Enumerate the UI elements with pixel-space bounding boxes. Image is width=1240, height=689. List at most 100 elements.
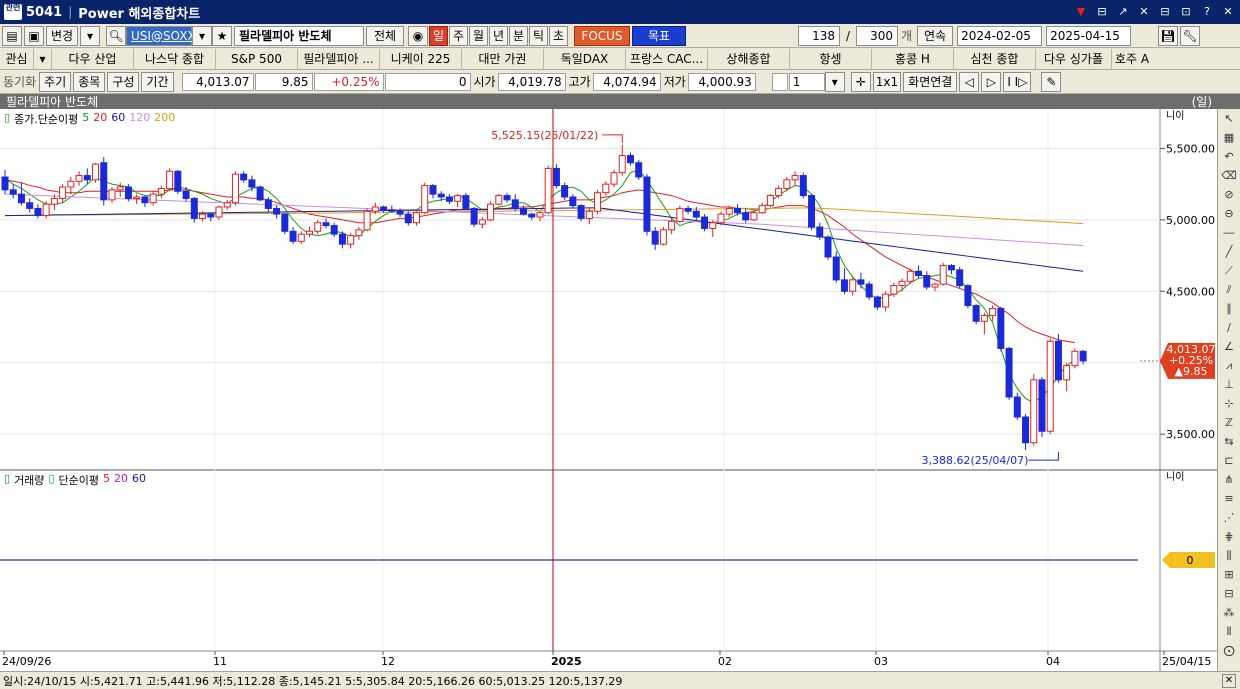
cross-icon[interactable]: ⊹: [1219, 395, 1239, 413]
interest-button[interactable]: 관심: [0, 48, 34, 69]
line-icon[interactable]: /: [1219, 319, 1239, 337]
title-separator: |: [68, 5, 73, 19]
sync-range-button[interactable]: 기간: [141, 71, 174, 92]
pattern-icon[interactable]: ⁂: [1219, 604, 1239, 622]
market-tab[interactable]: 항셍: [790, 48, 872, 69]
period-minute[interactable]: 분: [509, 25, 528, 46]
market-tab[interactable]: 프랑스 CAC...: [626, 48, 708, 69]
undo-icon[interactable]: ↶: [1219, 148, 1239, 166]
minimize-icon[interactable]: ⊟: [1157, 4, 1173, 20]
market-tab[interactable]: 상해종합: [708, 48, 790, 69]
gl-icon[interactable]: ⨀: [1219, 642, 1239, 660]
market-tab[interactable]: 홍콩 H: [872, 48, 954, 69]
window-icon[interactable]: ▣: [24, 25, 44, 46]
prev-icon[interactable]: ◁: [959, 71, 980, 92]
period-second[interactable]: 초: [549, 25, 568, 46]
screen-link-button[interactable]: 화면연결: [903, 71, 958, 92]
candle-up: [676, 207, 684, 222]
period-week[interactable]: 주: [449, 25, 468, 46]
all-button[interactable]: 전체: [366, 25, 404, 46]
bracket-icon[interactable]: ⊏: [1219, 452, 1239, 470]
favorite-star-icon[interactable]: ★: [212, 25, 232, 46]
angle-icon[interactable]: ∠: [1219, 338, 1239, 356]
vertical-icon[interactable]: ⊥: [1219, 376, 1239, 394]
cycle-icon[interactable]: ⫼: [1219, 547, 1239, 565]
layout-icon[interactable]: ▤: [2, 25, 22, 46]
maximize-icon[interactable]: ⊡: [1178, 4, 1194, 20]
fibo-fan-icon[interactable]: ⋰: [1219, 509, 1239, 527]
count-dropdown-icon[interactable]: ▾: [824, 71, 845, 92]
period-year[interactable]: 년: [489, 25, 508, 46]
price-chart[interactable]: 5,500.005,000.004,500.004,000.003,500.00…: [0, 109, 1217, 671]
trend-line-icon[interactable]: ╱: [1219, 243, 1239, 261]
candle-up: [355, 229, 363, 237]
tools-icon[interactable]: 🔧︎: [1180, 25, 1201, 46]
one-by-one-button[interactable]: 1x1: [872, 71, 902, 92]
candle-up: [766, 195, 774, 207]
pause-play-icon[interactable]: I I▷: [1003, 71, 1032, 92]
settings-circle-icon[interactable]: ◉: [408, 25, 428, 46]
market-tab[interactable]: S&P 500: [216, 48, 298, 69]
market-tab[interactable]: 다우 산업: [52, 48, 134, 69]
gann-icon[interactable]: ⋕: [1219, 528, 1239, 546]
crosshair-icon[interactable]: ✛: [850, 71, 871, 92]
symbol-dropdown-icon[interactable]: ▾: [192, 25, 212, 46]
focus-button[interactable]: FOCUS: [574, 25, 630, 46]
open-label: 시가: [473, 75, 496, 89]
eraser-line-icon[interactable]: ⊖: [1219, 205, 1239, 223]
parallel-icon[interactable]: ∥: [1219, 300, 1239, 318]
fibo-time-icon[interactable]: ⊞: [1219, 566, 1239, 584]
continuous-button[interactable]: 연속: [917, 25, 954, 46]
market-tab[interactable]: 독일DAX: [544, 48, 626, 69]
count-select[interactable]: 1: [788, 72, 825, 91]
next-icon[interactable]: ▷: [981, 71, 1002, 92]
count-input[interactable]: 138: [798, 25, 840, 46]
ray-icon[interactable]: ⟋: [1219, 262, 1239, 280]
bars-icon[interactable]: ⦀: [1219, 623, 1239, 641]
fd-icon[interactable]: ⊟: [1219, 585, 1239, 603]
period-tick[interactable]: 틱: [529, 25, 548, 46]
total-input[interactable]: 300: [856, 25, 899, 46]
fan-icon[interactable]: ⋔: [1219, 471, 1239, 489]
pin-icon[interactable]: ✕: [1136, 4, 1152, 20]
checkbox-square-icon[interactable]: [771, 72, 788, 91]
date-from-input[interactable]: 2024-02-05: [957, 25, 1043, 46]
market-tab[interactable]: 심천 종합: [954, 48, 1036, 69]
channel-icon[interactable]: ⫽: [1219, 281, 1239, 299]
interest-dropdown-icon[interactable]: ▾: [34, 48, 52, 69]
expand-icon[interactable]: ↗: [1115, 4, 1131, 20]
symbol-code-input[interactable]: USI@SOXX: [126, 25, 196, 46]
market-tab[interactable]: 다우 싱가폴: [1036, 48, 1112, 69]
market-tab[interactable]: 필라델피아 ...: [298, 48, 380, 69]
search-icon[interactable]: 🔍︎: [106, 25, 126, 46]
status-close-icon[interactable]: ✕: [1222, 674, 1236, 688]
change-button[interactable]: 변경: [46, 25, 78, 46]
zz-icon[interactable]: ℤ: [1219, 414, 1239, 432]
save-icon[interactable]: 💾︎: [1158, 25, 1179, 46]
period-day[interactable]: 일: [429, 25, 448, 46]
date-to-input[interactable]: 2025-04-15: [1046, 25, 1132, 46]
change-dropdown-icon[interactable]: ▾: [80, 25, 100, 46]
cursor-icon[interactable]: ↖: [1219, 110, 1239, 128]
horizontal-line-icon[interactable]: ―: [1219, 224, 1239, 242]
market-tab[interactable]: 나스닥 종합: [134, 48, 216, 69]
period-month[interactable]: 월: [469, 25, 488, 46]
help-icon[interactable]: ?: [1199, 4, 1215, 20]
sync-layout-button[interactable]: 구성: [107, 71, 140, 92]
target-button[interactable]: 목표: [632, 25, 686, 46]
market-tab[interactable]: 호주 A: [1112, 49, 1152, 69]
eraser-icon[interactable]: ⌫: [1219, 167, 1239, 185]
fibo-icon[interactable]: ≡: [1219, 490, 1239, 508]
sync-period-button[interactable]: 주기: [39, 71, 72, 92]
draw-icon[interactable]: ✎: [1041, 71, 1062, 92]
market-tab[interactable]: 니케이 225: [380, 48, 462, 69]
zigzag-icon[interactable]: ⩘: [1219, 357, 1239, 375]
sync-symbol-button[interactable]: 종목: [73, 71, 106, 92]
split-icon[interactable]: ⊟: [1094, 4, 1110, 20]
close-icon[interactable]: ✕: [1220, 4, 1236, 20]
table-icon[interactable]: ▦: [1219, 129, 1239, 147]
menu-down-icon[interactable]: ▼: [1073, 4, 1089, 20]
erase-all-icon[interactable]: ⊘: [1219, 186, 1239, 204]
arrows-icon[interactable]: ⇆: [1219, 433, 1239, 451]
market-tab[interactable]: 대만 가권: [462, 48, 544, 69]
